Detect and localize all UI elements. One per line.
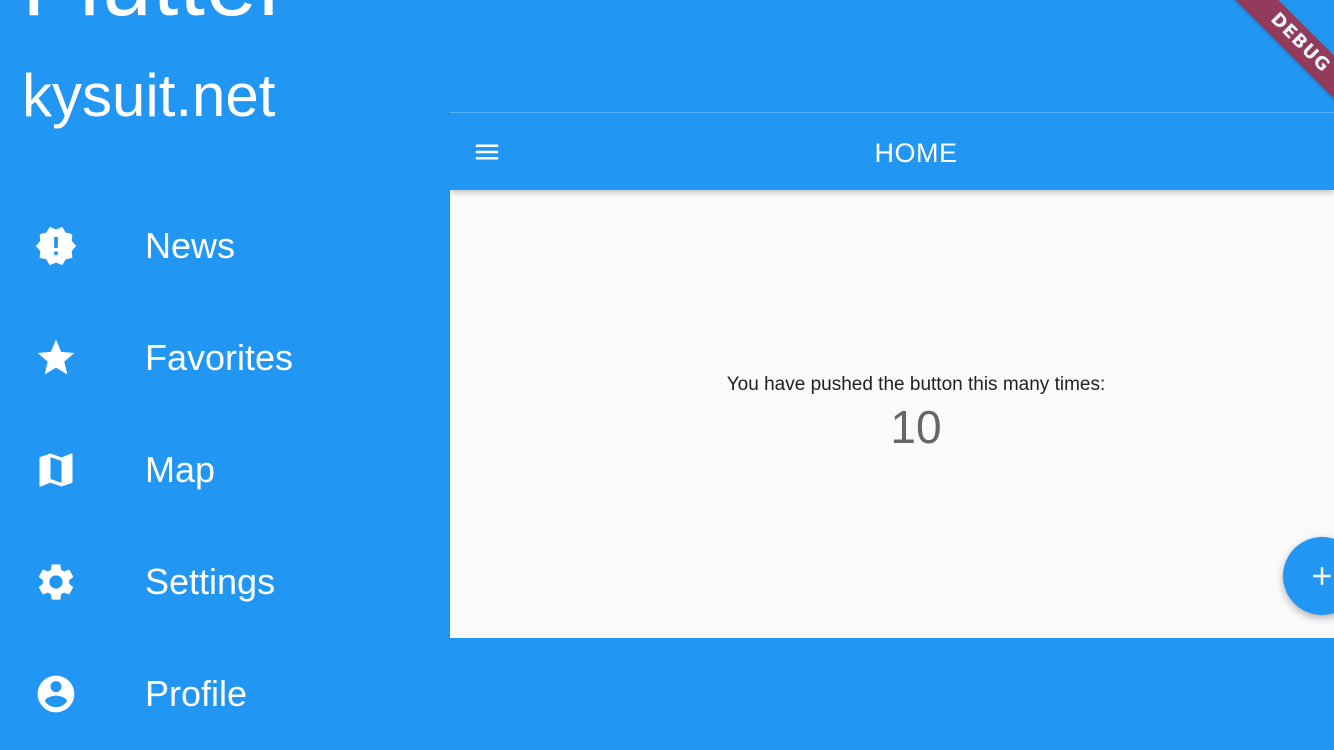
menu-item-label: Profile [145,673,248,714]
menu-item-profile[interactable]: Profile [0,638,450,750]
drawer-header-title: Flutter [22,0,290,30]
menu-item-label: Settings [145,561,276,602]
account-circle-icon [34,672,78,716]
increment-fab-button[interactable] [1283,537,1334,615]
counter-value: 10 [890,401,942,453]
map-icon [34,448,78,492]
app-bar: HOME [450,112,1334,190]
new-releases-icon [34,224,78,268]
home-screen-panel[interactable]: HOME You have pushed the button this man… [450,112,1334,638]
plus-icon [1313,567,1331,585]
menu-item-label: Map [145,449,216,490]
menu-item-label: Favorites [145,337,294,378]
menu-item-news[interactable]: News [0,190,450,302]
counter-caption: You have pushed the button this many tim… [726,374,1106,395]
menu-item-map[interactable]: Map [0,414,450,526]
drawer-header-subtitle: kysuit.net [22,62,276,129]
menu-item-settings[interactable]: Settings [0,526,450,638]
menu-item-favorites[interactable]: Favorites [0,302,450,414]
menu-item-label: News [145,225,236,266]
star-icon [34,336,78,380]
debug-banner: DEBUG [1229,0,1334,114]
app-root: Flutter kysuit.net News Favorites Map Se… [0,0,1334,750]
settings-icon [34,560,78,604]
drawer-menu: News Favorites Map Settings Profile [0,190,450,750]
page-title: HOME [874,138,958,168]
